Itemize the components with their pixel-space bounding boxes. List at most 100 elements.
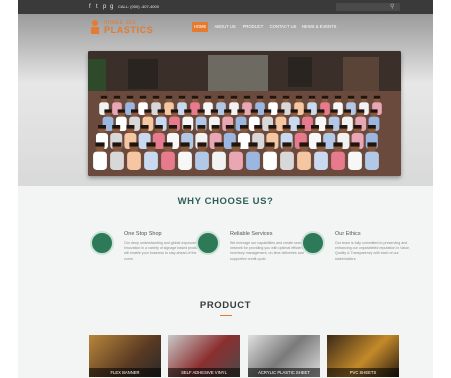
person-hair bbox=[265, 142, 275, 147]
person-hair bbox=[367, 142, 377, 147]
person-hair bbox=[191, 95, 199, 99]
person-hair bbox=[197, 109, 205, 113]
nav-product[interactable]: PRODUCT bbox=[242, 22, 264, 32]
person-hair bbox=[325, 125, 334, 129]
product-card-acrylic-plastic-sheet[interactable]: ACRYLIC PLASTIC SHEET bbox=[248, 335, 320, 377]
person-body bbox=[331, 151, 345, 170]
person-hair bbox=[290, 109, 298, 113]
person-hair bbox=[104, 109, 112, 113]
person-hair bbox=[146, 142, 156, 147]
product-heading: PRODUCT bbox=[199, 300, 252, 311]
person-hair bbox=[330, 109, 338, 113]
product-card-self-adhesive-vinyl[interactable]: SELF ADHESIVE VINYL bbox=[168, 335, 240, 377]
google-plus-icon[interactable]: g bbox=[110, 3, 113, 11]
person-hair bbox=[112, 125, 121, 129]
person-body bbox=[314, 151, 328, 170]
person-hair bbox=[321, 95, 329, 99]
twitter-icon[interactable]: t bbox=[96, 3, 98, 11]
person-hair bbox=[231, 142, 241, 147]
person-hair bbox=[140, 125, 149, 129]
person-hair bbox=[126, 125, 135, 129]
logo[interactable]: SHREE JEE PLASTICS bbox=[88, 19, 160, 37]
person-body bbox=[365, 151, 379, 170]
person-hair bbox=[303, 109, 312, 113]
person-body bbox=[297, 151, 311, 170]
nav-news-events[interactable]: NEWS & EVENTS bbox=[302, 22, 336, 32]
nav-contact-us[interactable]: CONTACT US bbox=[269, 22, 297, 32]
team-photo bbox=[88, 51, 401, 176]
person-hair bbox=[152, 95, 160, 99]
why-choose-us-heading: WHY CHOOSE US? bbox=[177, 196, 274, 207]
person-hair bbox=[339, 125, 348, 129]
product-card-pvc-sheets[interactable]: PVC SHEETS bbox=[327, 335, 399, 377]
person-hair bbox=[98, 125, 106, 129]
person-hair bbox=[282, 142, 292, 147]
top-bar: f t p g CALL: (000) -407-4000 ⚲ bbox=[18, 0, 433, 14]
feature-title: Reliable Services bbox=[230, 231, 273, 237]
person-body bbox=[212, 151, 226, 170]
person-hair bbox=[343, 109, 351, 113]
our-ethics-icon bbox=[301, 231, 325, 255]
person-hair bbox=[296, 125, 305, 129]
heading-divider bbox=[220, 315, 232, 316]
person-hair bbox=[370, 109, 378, 113]
person-hair bbox=[217, 95, 225, 99]
person-hair bbox=[204, 95, 212, 99]
facebook-icon[interactable]: f bbox=[89, 3, 91, 11]
person-hair bbox=[243, 95, 251, 99]
person-hair bbox=[178, 95, 186, 99]
product-card-flex-banner[interactable]: FLEX BANNER bbox=[89, 335, 161, 377]
person-hair bbox=[250, 109, 258, 113]
search-icon[interactable]: ⚲ bbox=[390, 2, 394, 12]
person-hair bbox=[112, 142, 122, 147]
person-hair bbox=[139, 95, 147, 99]
person-hair bbox=[165, 95, 173, 99]
person-hair bbox=[295, 95, 303, 99]
person-hair bbox=[225, 125, 234, 129]
pinterest-icon[interactable]: p bbox=[103, 3, 106, 11]
person-hair bbox=[350, 142, 360, 147]
person-hair bbox=[126, 95, 134, 99]
person-hair bbox=[131, 109, 139, 113]
person-hair bbox=[237, 109, 245, 113]
person-hair bbox=[113, 95, 121, 99]
person-hair bbox=[197, 142, 207, 147]
person-body bbox=[229, 151, 243, 170]
person-hair bbox=[117, 109, 125, 113]
logo-mark-icon bbox=[91, 20, 99, 34]
person-hair bbox=[154, 125, 163, 129]
feature-text: We leverage our capabilities and create … bbox=[230, 241, 310, 261]
nav-about-us[interactable]: ABOUT US bbox=[214, 22, 236, 32]
person-hair bbox=[357, 109, 365, 113]
feature-text: Our deep understanding and global exposu… bbox=[124, 241, 202, 261]
feature-title: One Stop Shop bbox=[124, 231, 162, 237]
person-hair bbox=[184, 109, 192, 113]
person-hair bbox=[170, 109, 179, 113]
person-hair bbox=[277, 109, 285, 113]
page: f t p g CALL: (000) -407-4000 ⚲ SHREE JE… bbox=[18, 0, 433, 378]
person-hair bbox=[347, 95, 355, 99]
feature-text: Our team is fully committed to preservin… bbox=[335, 241, 411, 261]
person-hair bbox=[180, 142, 190, 147]
person-hair bbox=[211, 125, 220, 129]
nav-home[interactable]: HOME bbox=[192, 22, 208, 32]
person-hair bbox=[317, 109, 325, 113]
person-hair bbox=[210, 109, 218, 113]
person-hair bbox=[144, 109, 152, 113]
product-card-label: SELF ADHESIVE VINYL bbox=[168, 368, 240, 377]
person-hair bbox=[334, 95, 342, 99]
person-hair bbox=[183, 125, 192, 129]
person-body bbox=[348, 151, 362, 170]
person-hair bbox=[269, 95, 277, 99]
person-hair bbox=[230, 95, 238, 99]
person-hair bbox=[256, 95, 264, 99]
person-hair bbox=[254, 125, 263, 129]
person-hair bbox=[224, 109, 232, 113]
person-hair bbox=[282, 95, 290, 99]
person-hair bbox=[268, 125, 277, 129]
person-hair bbox=[360, 95, 368, 99]
product-card-label: PVC SHEETS bbox=[327, 368, 399, 377]
person-hair bbox=[95, 142, 105, 147]
feature-title: Our Ethics bbox=[335, 231, 361, 237]
person-hair bbox=[248, 142, 258, 147]
